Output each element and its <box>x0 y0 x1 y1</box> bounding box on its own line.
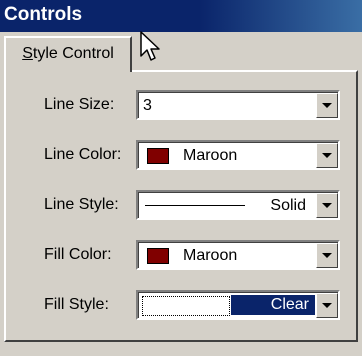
line-style-sample <box>145 205 245 206</box>
fill-color-field: Maroon <box>138 242 338 268</box>
line-size-label: Line Size: <box>44 96 115 113</box>
line-size-value: 3 <box>143 97 152 114</box>
line-color-field: Maroon <box>138 142 338 168</box>
fill-color-dropdown-button[interactable] <box>316 243 338 268</box>
tab-mnemonic: S <box>22 45 33 62</box>
fill-color-swatch <box>147 248 169 264</box>
chevron-down-icon <box>322 253 332 258</box>
chevron-down-icon <box>322 203 332 208</box>
line-color-label: Line Color: <box>44 146 122 163</box>
line-style-field: Solid <box>138 192 338 218</box>
fill-color-combo[interactable]: Maroon <box>136 240 340 270</box>
line-style-label: Line Style: <box>44 196 119 213</box>
tab-style-control[interactable]: Style Control <box>4 36 132 72</box>
window-title: Controls <box>4 4 83 25</box>
line-color-row: Line Color: Maroon <box>6 138 356 172</box>
tab-strip: Style Control <box>0 32 362 72</box>
title-bar: Controls <box>0 0 362 32</box>
fill-style-value: Clear <box>231 295 315 315</box>
line-size-dropdown-button[interactable] <box>316 93 338 118</box>
line-color-value: Maroon <box>183 147 238 164</box>
line-style-row: Line Style: Solid <box>6 188 356 222</box>
line-style-value: Solid <box>270 197 306 214</box>
line-style-combo[interactable]: Solid <box>136 190 340 220</box>
line-style-dropdown-button[interactable] <box>316 193 338 218</box>
chevron-down-icon <box>322 303 332 308</box>
fill-style-row: Fill Style: Clear <box>6 288 356 322</box>
style-control-panel: Line Size: 3 Line Color: Maroon Line Sty… <box>4 70 358 342</box>
line-size-row: Line Size: 3 <box>6 88 356 122</box>
mouse-pointer-icon <box>140 31 160 61</box>
fill-style-field: Clear <box>138 292 338 318</box>
line-color-swatch <box>147 148 169 164</box>
tab-label: tyle Control <box>32 45 114 62</box>
line-size-combo[interactable]: 3 <box>136 90 340 120</box>
fill-color-value: Maroon <box>183 247 238 264</box>
fill-style-dropdown-button[interactable] <box>316 293 338 318</box>
controls-window: Controls Style Control Line Size: 3 Line… <box>0 0 362 356</box>
fill-color-row: Fill Color: Maroon <box>6 238 356 272</box>
fill-style-label: Fill Style: <box>44 296 109 313</box>
fill-style-sample <box>142 296 230 316</box>
line-color-combo[interactable]: Maroon <box>136 140 340 170</box>
chevron-down-icon <box>322 103 332 108</box>
fill-color-label: Fill Color: <box>44 246 112 263</box>
fill-style-combo[interactable]: Clear <box>136 290 340 320</box>
chevron-down-icon <box>322 153 332 158</box>
line-size-field: 3 <box>138 92 338 118</box>
line-color-dropdown-button[interactable] <box>316 143 338 168</box>
